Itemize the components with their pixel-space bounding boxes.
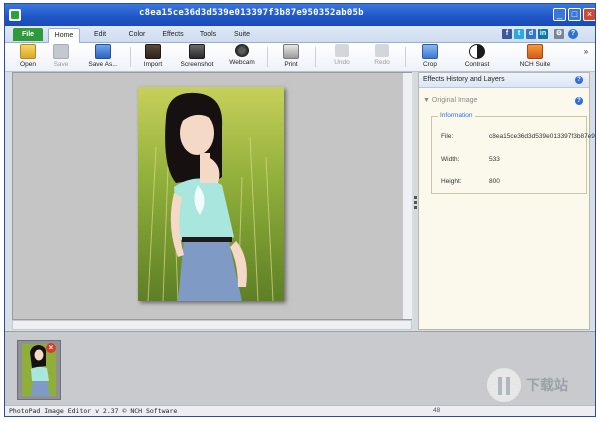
splitter-grip — [414, 201, 417, 204]
linkedin-icon[interactable]: in — [538, 29, 548, 39]
open-label: Open — [20, 61, 36, 68]
webcam-icon — [235, 44, 249, 57]
effects-history-panel: Effects History and Layers ? ▼ Original … — [418, 72, 595, 330]
import-label: Import — [143, 61, 163, 68]
twitter-icon[interactable]: t — [514, 29, 524, 39]
width-label: Width: — [441, 156, 460, 163]
tab-tools[interactable]: Tools — [195, 28, 221, 41]
tab-edit[interactable]: Edit — [87, 28, 113, 41]
site-watermark: 下载站 — [482, 355, 592, 410]
photo-preview — [138, 87, 284, 301]
save-as-button[interactable]: Save As... — [83, 44, 123, 70]
delicious-icon[interactable]: d — [526, 29, 536, 39]
watermark-text: 下载站 — [526, 378, 568, 394]
toolbar-divider — [315, 47, 316, 67]
screenshot-button[interactable]: Screenshot — [175, 44, 219, 70]
horizontal-scrollbar[interactable] — [12, 320, 412, 330]
vertical-scrollbar[interactable] — [402, 73, 412, 319]
undo-arrow-icon — [335, 44, 349, 57]
file-label: File: — [441, 133, 454, 140]
crop-button[interactable]: Crop — [415, 44, 445, 70]
panel-help-icon[interactable]: ? — [575, 76, 583, 84]
toolbar-divider — [267, 47, 268, 67]
splitter-grip — [414, 196, 417, 199]
screenshot-label: Screenshot — [180, 61, 214, 68]
close-button[interactable]: × — [583, 8, 595, 21]
open-button[interactable]: Open — [13, 44, 43, 70]
undo-button[interactable]: Undo — [327, 44, 357, 70]
toolbar-overflow-button[interactable]: » — [581, 47, 591, 73]
app-icon — [9, 9, 21, 21]
image-thumbnail[interactable]: × — [17, 340, 61, 400]
tab-suite[interactable]: Suite — [229, 28, 255, 41]
webcam-label: Webcam — [229, 59, 255, 66]
open-folder-icon — [20, 44, 36, 59]
undo-label: Undo — [334, 59, 350, 66]
print-label: Print — [284, 61, 298, 68]
import-button[interactable]: Import — [137, 44, 169, 70]
redo-button[interactable]: Redo — [367, 44, 397, 70]
image-canvas[interactable] — [12, 72, 412, 320]
save-disk-icon — [53, 44, 69, 59]
nch-suite-label: NCH Suite — [519, 61, 551, 68]
print-button[interactable]: Print — [275, 44, 307, 70]
contrast-button[interactable]: Contrast — [460, 44, 494, 70]
contrast-label: Contrast — [464, 61, 490, 68]
save-button[interactable]: Save — [47, 44, 75, 70]
toolbar-divider — [130, 47, 131, 67]
webcam-button[interactable]: Webcam — [225, 44, 259, 70]
tab-home[interactable]: Home — [48, 28, 80, 43]
maximize-button[interactable]: □ — [568, 8, 581, 21]
crop-label: Crop — [422, 61, 438, 68]
help-icon[interactable]: ? — [568, 29, 578, 39]
width-value: 533 — [489, 156, 500, 163]
remove-thumbnail-icon[interactable]: × — [46, 343, 56, 353]
height-value: 800 — [489, 178, 500, 185]
window-title: c8ea15ce36d3d539e013397f3b87e950352ab05b — [139, 8, 364, 18]
height-label: Height: — [441, 178, 462, 185]
import-icon — [145, 44, 161, 59]
save-as-icon — [95, 44, 111, 59]
panel-header: Effects History and Layers — [419, 73, 589, 88]
toolbar-divider — [405, 47, 406, 67]
facebook-icon[interactable]: f — [502, 29, 512, 39]
menu-tabs: File Home Edit Color Effects Tools Suite… — [5, 26, 595, 43]
file-value: c8ea15ce36d3d539e013397f3b87e95 — [489, 133, 596, 140]
photo-image — [138, 87, 284, 301]
printer-icon — [283, 44, 299, 59]
redo-label: Redo — [374, 59, 390, 66]
splitter-grip — [414, 206, 417, 209]
nch-suite-icon — [527, 44, 543, 59]
tab-color[interactable]: Color — [123, 28, 151, 41]
crop-icon — [422, 44, 438, 59]
section-help-icon[interactable]: ? — [575, 97, 583, 105]
status-zoom: 48 — [433, 407, 441, 414]
settings-icon[interactable]: ⚙ — [554, 29, 564, 39]
title-bar[interactable]: c8ea15ce36d3d539e013397f3b87e950352ab05b… — [5, 4, 595, 26]
redo-arrow-icon — [375, 44, 389, 57]
minimize-button[interactable]: _ — [553, 8, 566, 21]
screenshot-icon — [189, 44, 205, 59]
information-legend: Information — [438, 112, 475, 119]
information-box: Information File: c8ea15ce36d3d539e01339… — [431, 112, 595, 194]
status-text: PhotoPad Image Editor v 2.37 © NCH Softw… — [9, 407, 178, 415]
tab-effects[interactable]: Effects — [157, 28, 189, 41]
save-label: Save — [53, 61, 69, 68]
contrast-icon — [469, 44, 485, 59]
original-image-section[interactable]: ▼ Original Image — [423, 97, 477, 104]
toolbar: Open Save Save As... Import Screenshot W… — [5, 43, 595, 72]
save-as-label: Save As... — [88, 61, 118, 68]
tab-file[interactable]: File — [13, 28, 43, 41]
nch-suite-button[interactable]: NCH Suite — [511, 44, 559, 70]
